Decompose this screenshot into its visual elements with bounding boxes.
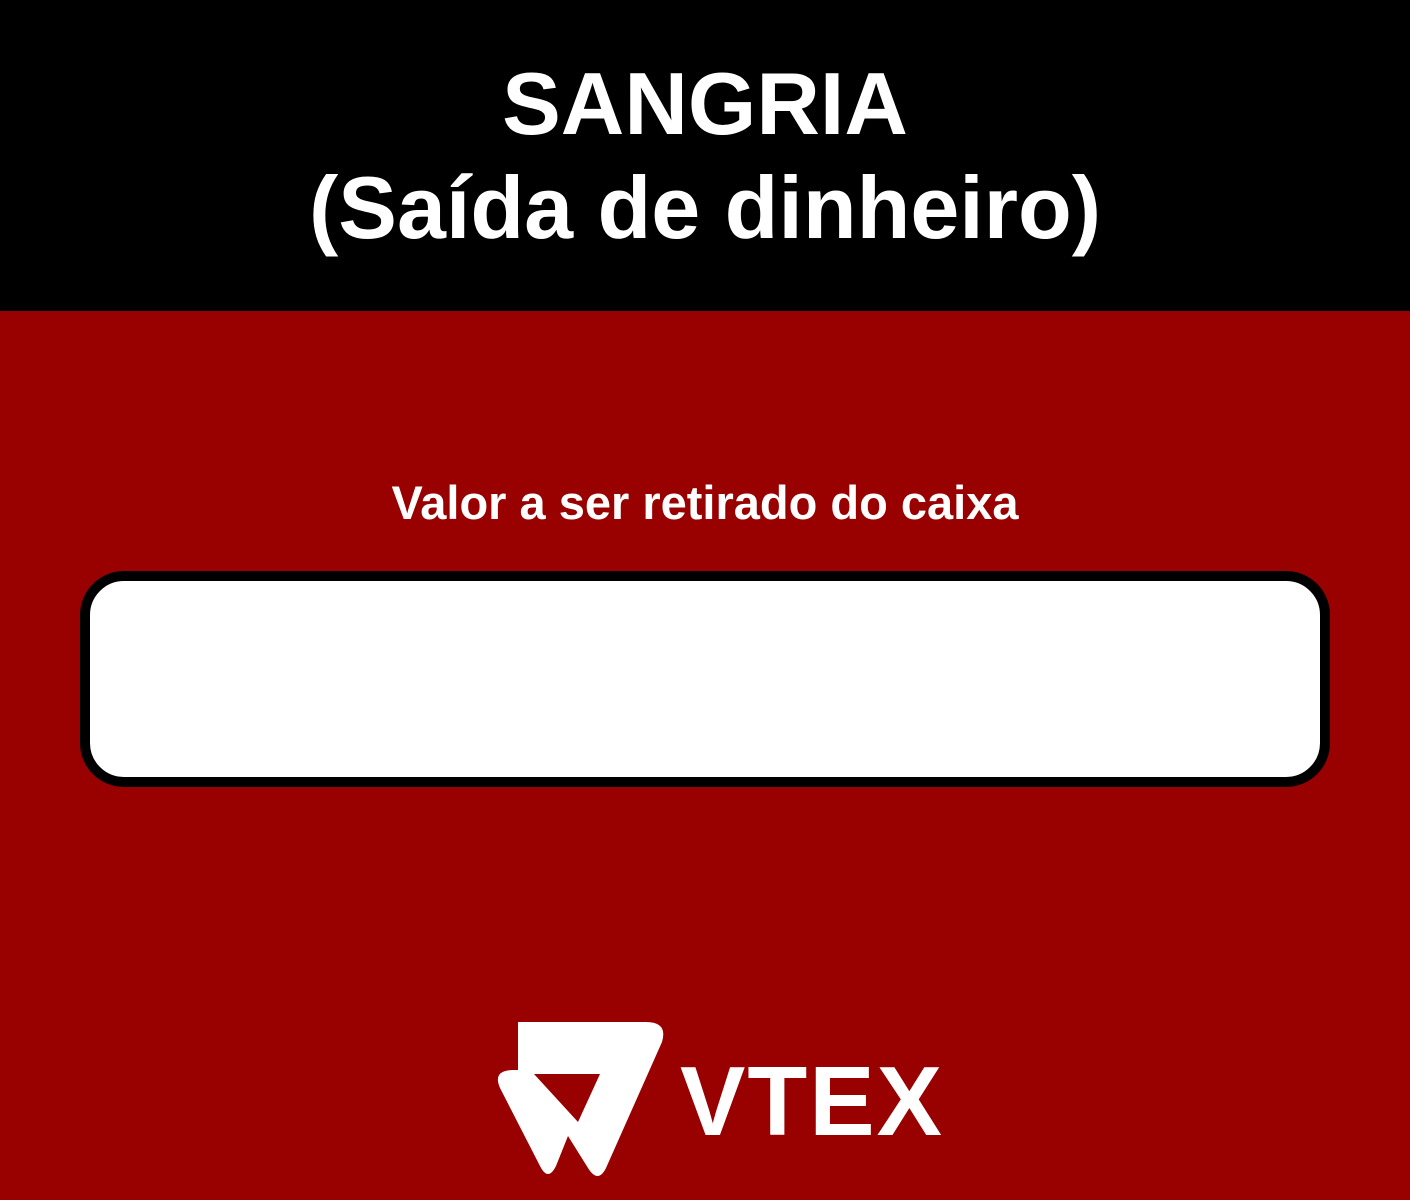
page-subtitle: (Saída de dinheiro) — [308, 157, 1102, 257]
amount-label: Valor a ser retirado do caixa — [391, 476, 1019, 529]
vtex-logo-icon — [497, 1022, 664, 1176]
page-title: SANGRIA — [502, 53, 908, 153]
amount-input[interactable] — [80, 571, 1330, 787]
vtex-logo: VTEX — [496, 1018, 942, 1178]
main-panel: Valor a ser retirado do caixa VTEX — [0, 311, 1410, 1200]
page-header: SANGRIA (Saída de dinheiro) — [0, 0, 1410, 311]
brand-name: VTEX — [680, 1046, 944, 1156]
